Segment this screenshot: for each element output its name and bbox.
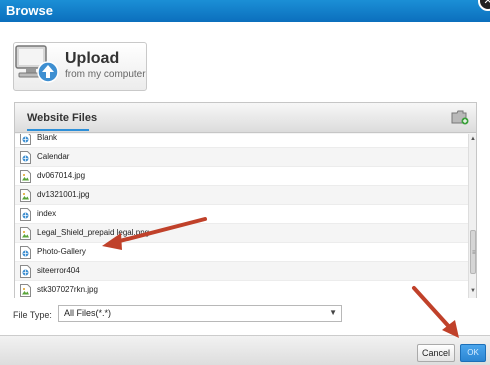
web-page-icon (20, 208, 31, 221)
file-name: index (37, 209, 57, 218)
file-type-select[interactable]: All Files(*.*) ▼ (58, 305, 342, 322)
grip-icon: ≡ (472, 250, 476, 256)
file-name: Calendar (37, 152, 70, 161)
file-name: dv1321001.jpg (37, 190, 90, 199)
file-name: stk307027rkn.jpg (37, 285, 98, 294)
dialog-footer: Cancel OK (0, 335, 490, 365)
upload-subtitle: from my computer (65, 69, 146, 80)
chevron-down-icon: ▼ (329, 308, 337, 317)
web-page-icon (20, 151, 31, 164)
tab-active-indicator (27, 129, 89, 131)
file-name: Photo-Gallery (37, 247, 86, 256)
panel-header: Website Files (15, 103, 476, 133)
computer-upload-icon (15, 45, 59, 83)
image-file-icon (20, 227, 31, 240)
file-row[interactable]: Legal_Shield_prepaid legal.png (15, 224, 470, 243)
new-folder-icon[interactable] (451, 110, 469, 125)
ok-button[interactable]: OK (460, 344, 486, 362)
dialog-title-bar: Browse (0, 0, 490, 22)
file-name: Legal_Shield_prepaid legal.png (37, 228, 150, 237)
web-page-icon (20, 134, 31, 145)
scroll-down-arrow-icon[interactable]: ▼ (470, 288, 476, 294)
image-file-icon (20, 189, 31, 202)
file-type-value: All Files(*.*) (64, 308, 112, 318)
file-name: dv067014.jpg (37, 171, 86, 180)
file-list: Blank Calendar dv067014.jpg dv1321001.jpg in… (15, 134, 470, 298)
upload-title: Upload (65, 50, 120, 67)
image-file-icon (20, 170, 31, 183)
tab-website-files[interactable]: Website Files (27, 112, 97, 124)
file-row[interactable]: index (15, 205, 470, 224)
file-row[interactable]: Calendar (15, 148, 470, 167)
file-list-scrollbar[interactable]: ▲ ≡ ▼ (468, 134, 476, 298)
cancel-button[interactable]: Cancel (417, 344, 455, 362)
web-page-icon (20, 246, 31, 259)
scroll-thumb[interactable]: ≡ (470, 230, 476, 274)
scroll-up-arrow-icon[interactable]: ▲ (470, 136, 476, 142)
web-page-icon (20, 265, 31, 278)
file-row[interactable]: dv1321001.jpg (15, 186, 470, 205)
close-icon: ✕ (483, 0, 490, 7)
file-row[interactable]: stk307027rkn.jpg (15, 281, 470, 298)
dialog-title: Browse (6, 3, 53, 18)
file-row[interactable]: siteerror404 (15, 262, 470, 281)
file-row[interactable]: Photo-Gallery (15, 243, 470, 262)
website-files-panel: Website Files Blank Calendar dv067014.jpg d… (14, 102, 477, 298)
file-name: siteerror404 (37, 266, 80, 275)
image-file-icon (20, 284, 31, 297)
file-row[interactable]: Blank (15, 134, 470, 148)
file-type-label: File Type: (13, 310, 52, 320)
upload-from-computer-button[interactable]: Upload from my computer (13, 42, 147, 91)
file-name: Blank (37, 134, 58, 142)
file-row[interactable]: dv067014.jpg (15, 167, 470, 186)
